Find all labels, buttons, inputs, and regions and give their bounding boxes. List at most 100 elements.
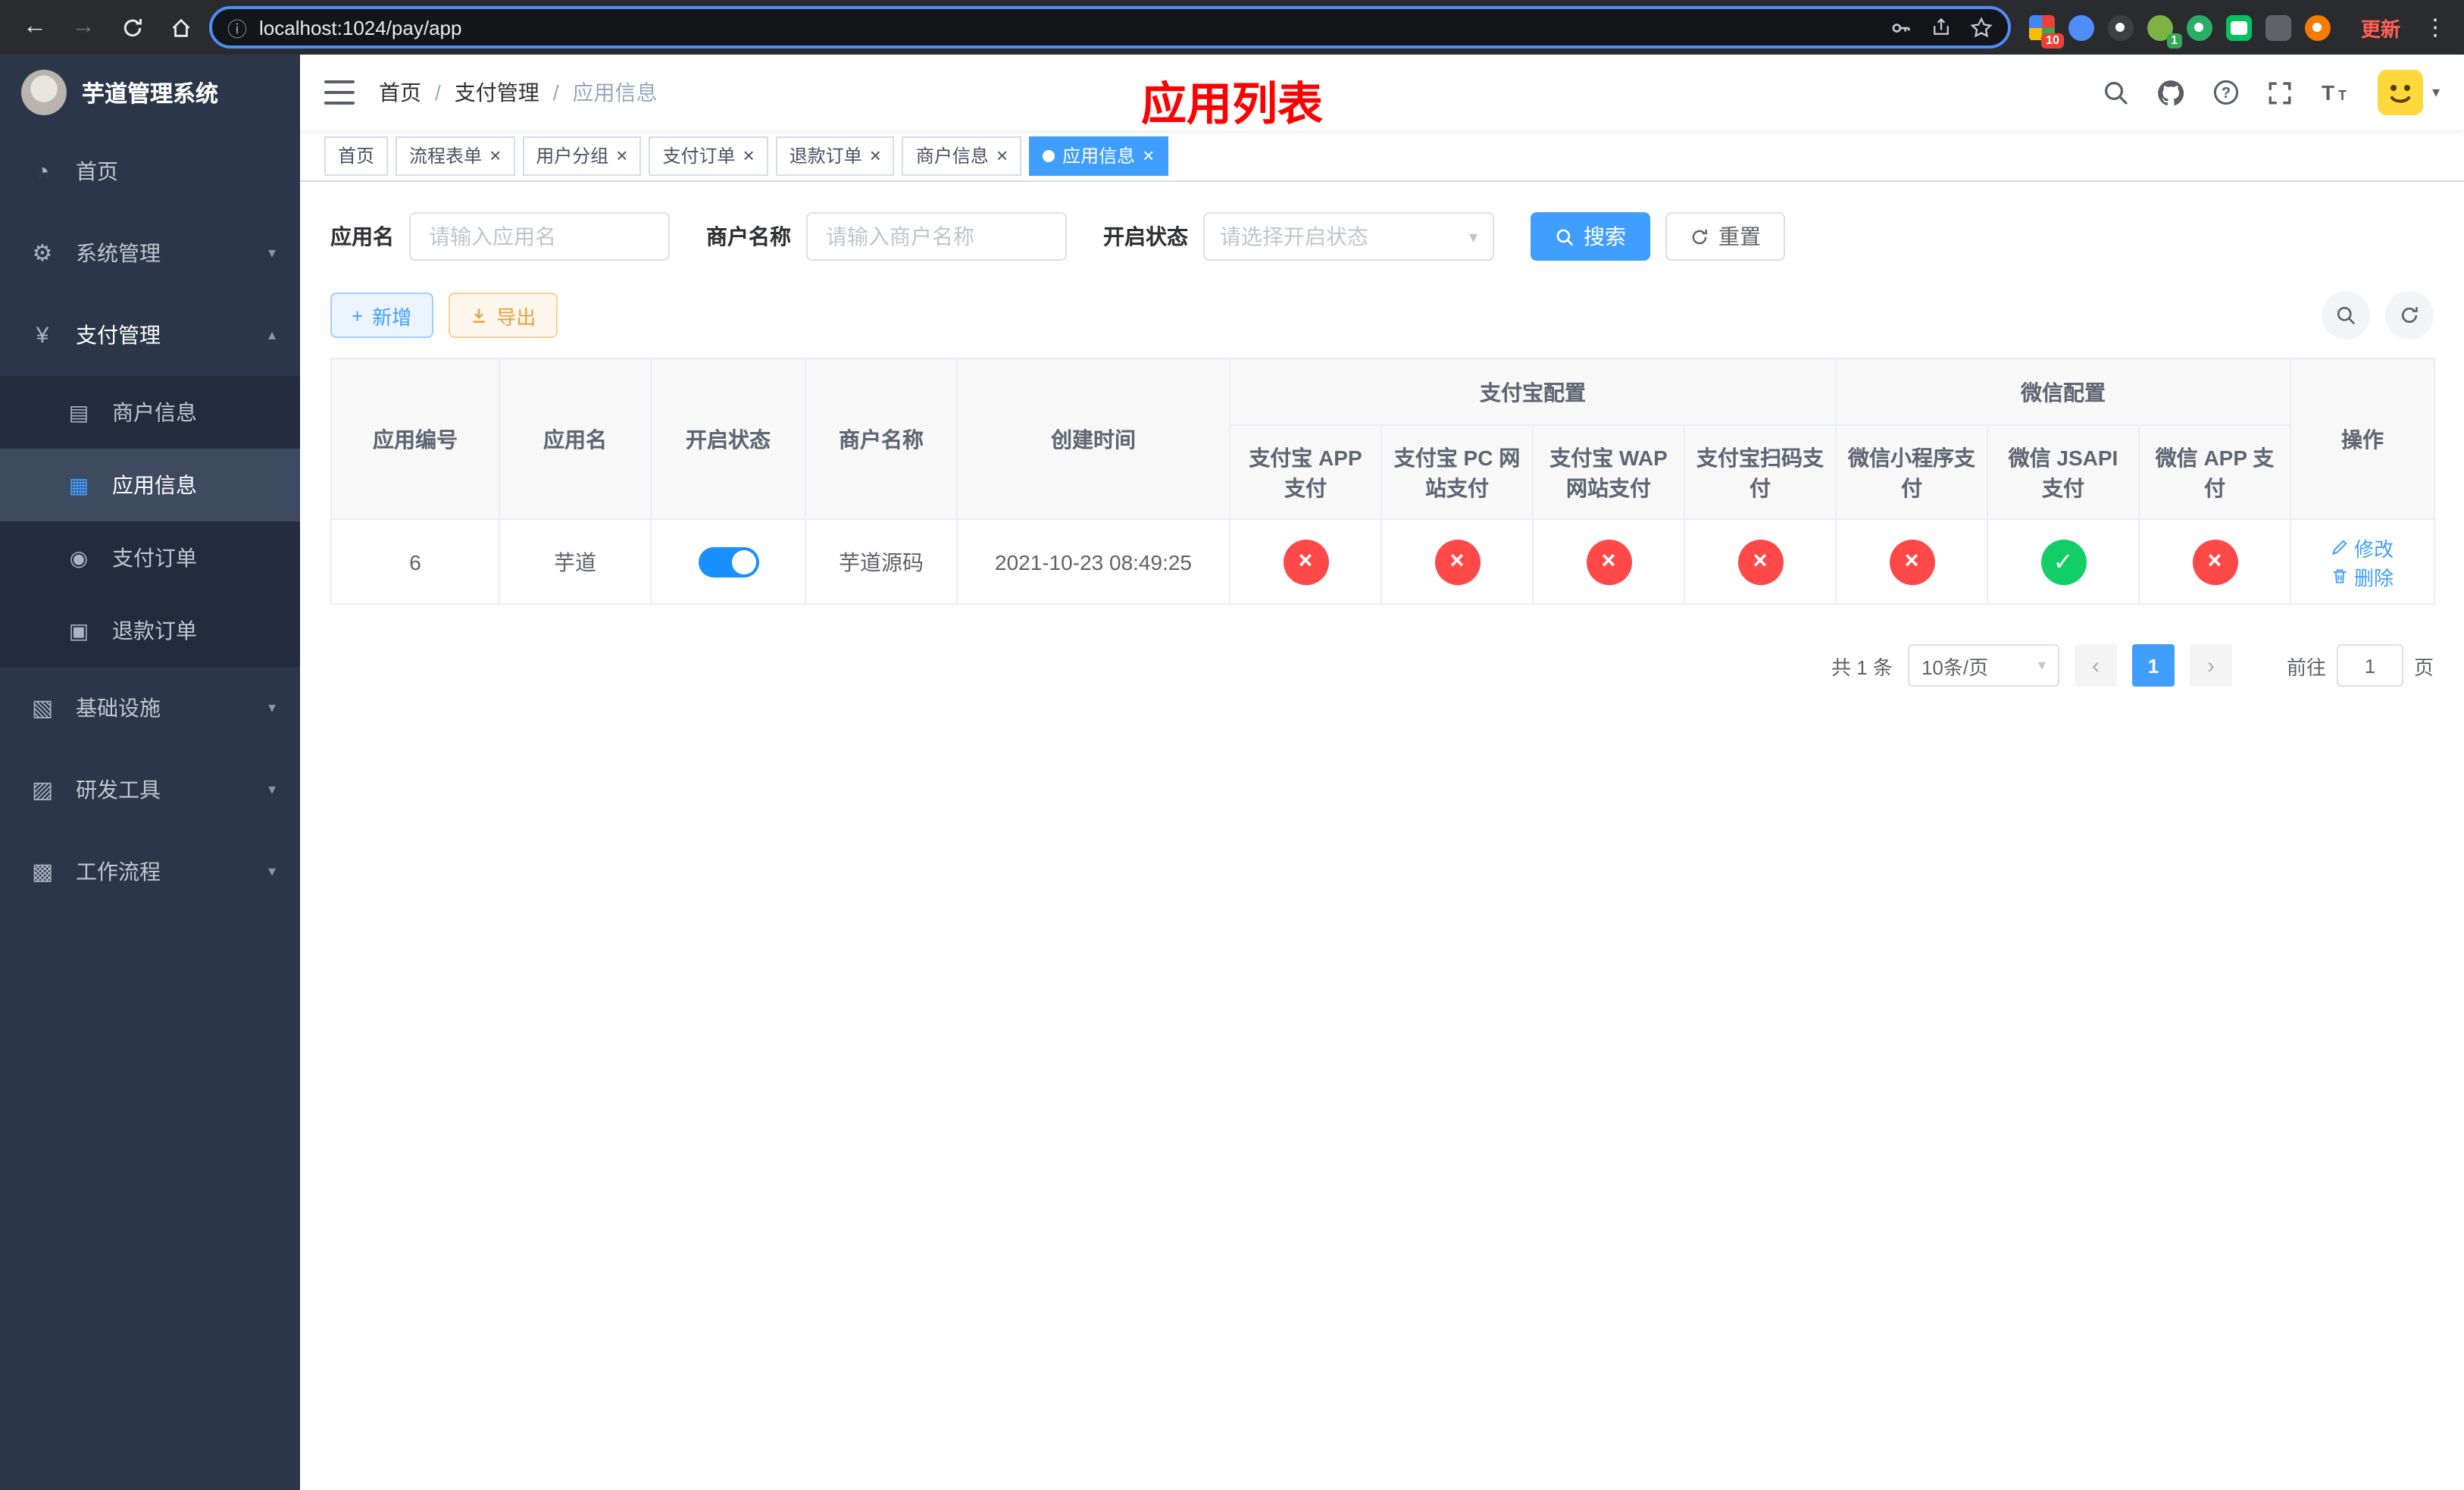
close-icon[interactable]: × <box>743 146 755 165</box>
col-alipay-app: 支付宝 APP 支付 <box>1229 424 1382 520</box>
col-app-id: 应用编号 <box>330 358 500 520</box>
share-icon[interactable] <box>1931 17 1952 38</box>
avatar-caret-icon: ▾ <box>2431 84 2440 101</box>
extension-dark-icon[interactable] <box>2107 14 2134 40</box>
col-app-name: 应用名 <box>499 358 652 520</box>
extension-grid-icon[interactable]: 10 <box>2028 14 2064 48</box>
col-merchant: 商户名称 <box>805 358 958 520</box>
github-icon[interactable] <box>2156 78 2185 107</box>
svg-text:T: T <box>2322 81 2334 105</box>
sidebar-item-refund-order[interactable]: ▣ 退款订单 <box>0 594 300 667</box>
font-size-icon[interactable]: TT <box>2320 80 2350 105</box>
fullscreen-icon[interactable] <box>2267 80 2293 105</box>
sidebar-item-infra[interactable]: ▧ 基础设施 ▾ <box>0 667 300 749</box>
sidebar-item-merchant-info[interactable]: ▤ 商户信息 <box>0 376 300 449</box>
plus-icon: + <box>352 304 364 327</box>
status-badge: × <box>1586 539 1631 584</box>
tag-app-info[interactable]: 应用信息 × <box>1029 136 1168 175</box>
browser-forward-icon[interactable]: → <box>64 8 103 47</box>
current-page-button[interactable]: 1 <box>2131 644 2175 687</box>
refresh-button[interactable] <box>2385 291 2434 340</box>
sidebar-item-app-info[interactable]: ▦ 应用信息 <box>0 449 300 521</box>
browser-reload-icon[interactable] <box>112 8 152 47</box>
pagination: 共 1 条 10条/页 ▾ ‹ 1 › 前往 页 <box>330 644 2434 687</box>
user-avatar[interactable]: ▾ <box>2377 70 2440 115</box>
sidebar-item-workflow[interactable]: ▩ 工作流程 ▾ <box>0 831 300 912</box>
cell-alipay-qr-status: × <box>1684 518 1837 605</box>
app-name-label: 应用名 <box>330 224 394 249</box>
filter-form: 应用名 商户名称 开启状态 请选择开启状态 ▾ <box>330 212 2434 261</box>
chevron-down-icon: ▾ <box>267 245 276 261</box>
bookmark-star-icon[interactable] <box>1970 16 1993 39</box>
page-size-select[interactable]: 10条/页 ▾ <box>1907 644 2059 687</box>
extension-green-circle-icon[interactable] <box>2186 14 2212 40</box>
merchant-name-input[interactable] <box>806 212 1067 261</box>
total-count: 共 1 条 <box>1831 656 1893 678</box>
sidebar: 芋道管理系统 ◔ 首页 ⚙ 系统管理 ▾ ¥ 支付管理 ▴ ▤ 商户信息 ▦ 应… <box>0 55 300 1490</box>
tag-home[interactable]: 首页 <box>324 136 389 175</box>
menu-fold-icon[interactable] <box>324 80 355 105</box>
extension-puzzle-icon[interactable] <box>2265 14 2291 40</box>
tag-pay-order[interactable]: 支付订单 × <box>649 136 768 175</box>
cell-wx-app-status: × <box>2138 518 2291 605</box>
address-bar[interactable]: ⓘ localhost:1024/pay/app <box>209 6 2011 49</box>
add-button[interactable]: + 新增 <box>330 293 433 338</box>
chevron-down-icon: ▾ <box>2037 657 2046 674</box>
prev-page-button[interactable]: ‹ <box>2074 644 2117 687</box>
gear-icon: ⚙ <box>32 241 53 267</box>
browser-update-button[interactable]: 更新 <box>2349 13 2412 42</box>
reset-button[interactable]: 重置 <box>1665 212 1785 261</box>
col-group-wechat: 微信配置 <box>1835 358 2291 426</box>
close-icon[interactable]: × <box>996 146 1008 165</box>
chevron-down-icon: ▾ <box>267 700 276 716</box>
close-icon[interactable]: × <box>489 146 501 165</box>
sidebar-item-devtools[interactable]: ▨ 研发工具 ▾ <box>0 749 300 831</box>
close-icon[interactable]: × <box>616 146 627 165</box>
extension-face-icon[interactable] <box>2304 14 2331 40</box>
extension-avatar-icon[interactable]: 1 <box>2147 14 2182 48</box>
browser-back-icon[interactable]: ← <box>15 8 55 47</box>
site-info-icon[interactable]: ⓘ <box>227 13 247 42</box>
cell-app-id: 6 <box>330 518 500 605</box>
sidebar-item-home[interactable]: ◔ 首页 <box>0 130 300 212</box>
browser-menu-icon[interactable]: ⋮ <box>2422 14 2449 41</box>
cell-alipay-wap-status: × <box>1532 518 1685 605</box>
goto-page-input[interactable] <box>2336 644 2403 687</box>
password-key-icon[interactable] <box>1890 16 1912 39</box>
extension-blue-icon[interactable] <box>2068 14 2094 40</box>
search-icon[interactable] <box>2102 79 2129 106</box>
grid-icon: ▦ <box>68 472 89 496</box>
table-row: 6 芋道 芋道源码 2021-10-23 08:49:25 × × × × × <box>330 518 2435 605</box>
tag-process-form[interactable]: 流程表单 × <box>396 136 515 175</box>
goto-suffix: 页 <box>2413 656 2434 678</box>
app-name-input[interactable] <box>409 212 670 261</box>
breadcrumb-payment[interactable]: 支付管理 <box>455 77 539 108</box>
toggle-search-button[interactable] <box>2322 291 2370 340</box>
tag-merchant-info[interactable]: 商户信息 × <box>902 136 1022 175</box>
sidebar-item-pay-order[interactable]: ◉ 支付订单 <box>0 521 300 594</box>
tag-refund-order[interactable]: 退款订单 × <box>775 136 895 175</box>
workflow-icon: ▩ <box>31 859 54 885</box>
enable-toggle[interactable] <box>698 546 758 577</box>
delete-button[interactable]: 删除 <box>2331 562 2394 590</box>
sidebar-item-payment[interactable]: ¥ 支付管理 ▴ <box>0 294 300 376</box>
help-icon[interactable]: ? <box>2212 79 2240 106</box>
close-icon[interactable]: × <box>870 146 881 165</box>
main-area: 首页 / 支付管理 / 应用信息 ? T T ▾ 首页 流程表单 × 用户分组 … <box>300 55 2464 1490</box>
col-actions: 操作 <box>2290 358 2435 520</box>
browser-home-icon[interactable] <box>161 8 200 47</box>
top-navbar: 首页 / 支付管理 / 应用信息 ? T T ▾ <box>300 55 2464 130</box>
breadcrumb-home[interactable]: 首页 <box>379 77 421 108</box>
extension-chat-icon[interactable] <box>2225 14 2252 40</box>
export-button[interactable]: 导出 <box>448 293 558 338</box>
close-icon[interactable]: × <box>1143 146 1154 165</box>
next-page-button[interactable]: › <box>2189 644 2232 687</box>
search-button[interactable]: 搜索 <box>1531 212 1650 261</box>
sidebar-item-system[interactable]: ⚙ 系统管理 ▾ <box>0 212 300 294</box>
svg-text:T: T <box>2338 88 2347 103</box>
navbar-actions: ? TT ▾ <box>2102 70 2440 115</box>
cell-alipay-app-status: × <box>1229 518 1382 605</box>
edit-button[interactable]: 修改 <box>2331 533 2394 562</box>
tag-user-group[interactable]: 用户分组 × <box>522 136 642 175</box>
status-select[interactable]: 请选择开启状态 ▾ <box>1203 212 1494 261</box>
